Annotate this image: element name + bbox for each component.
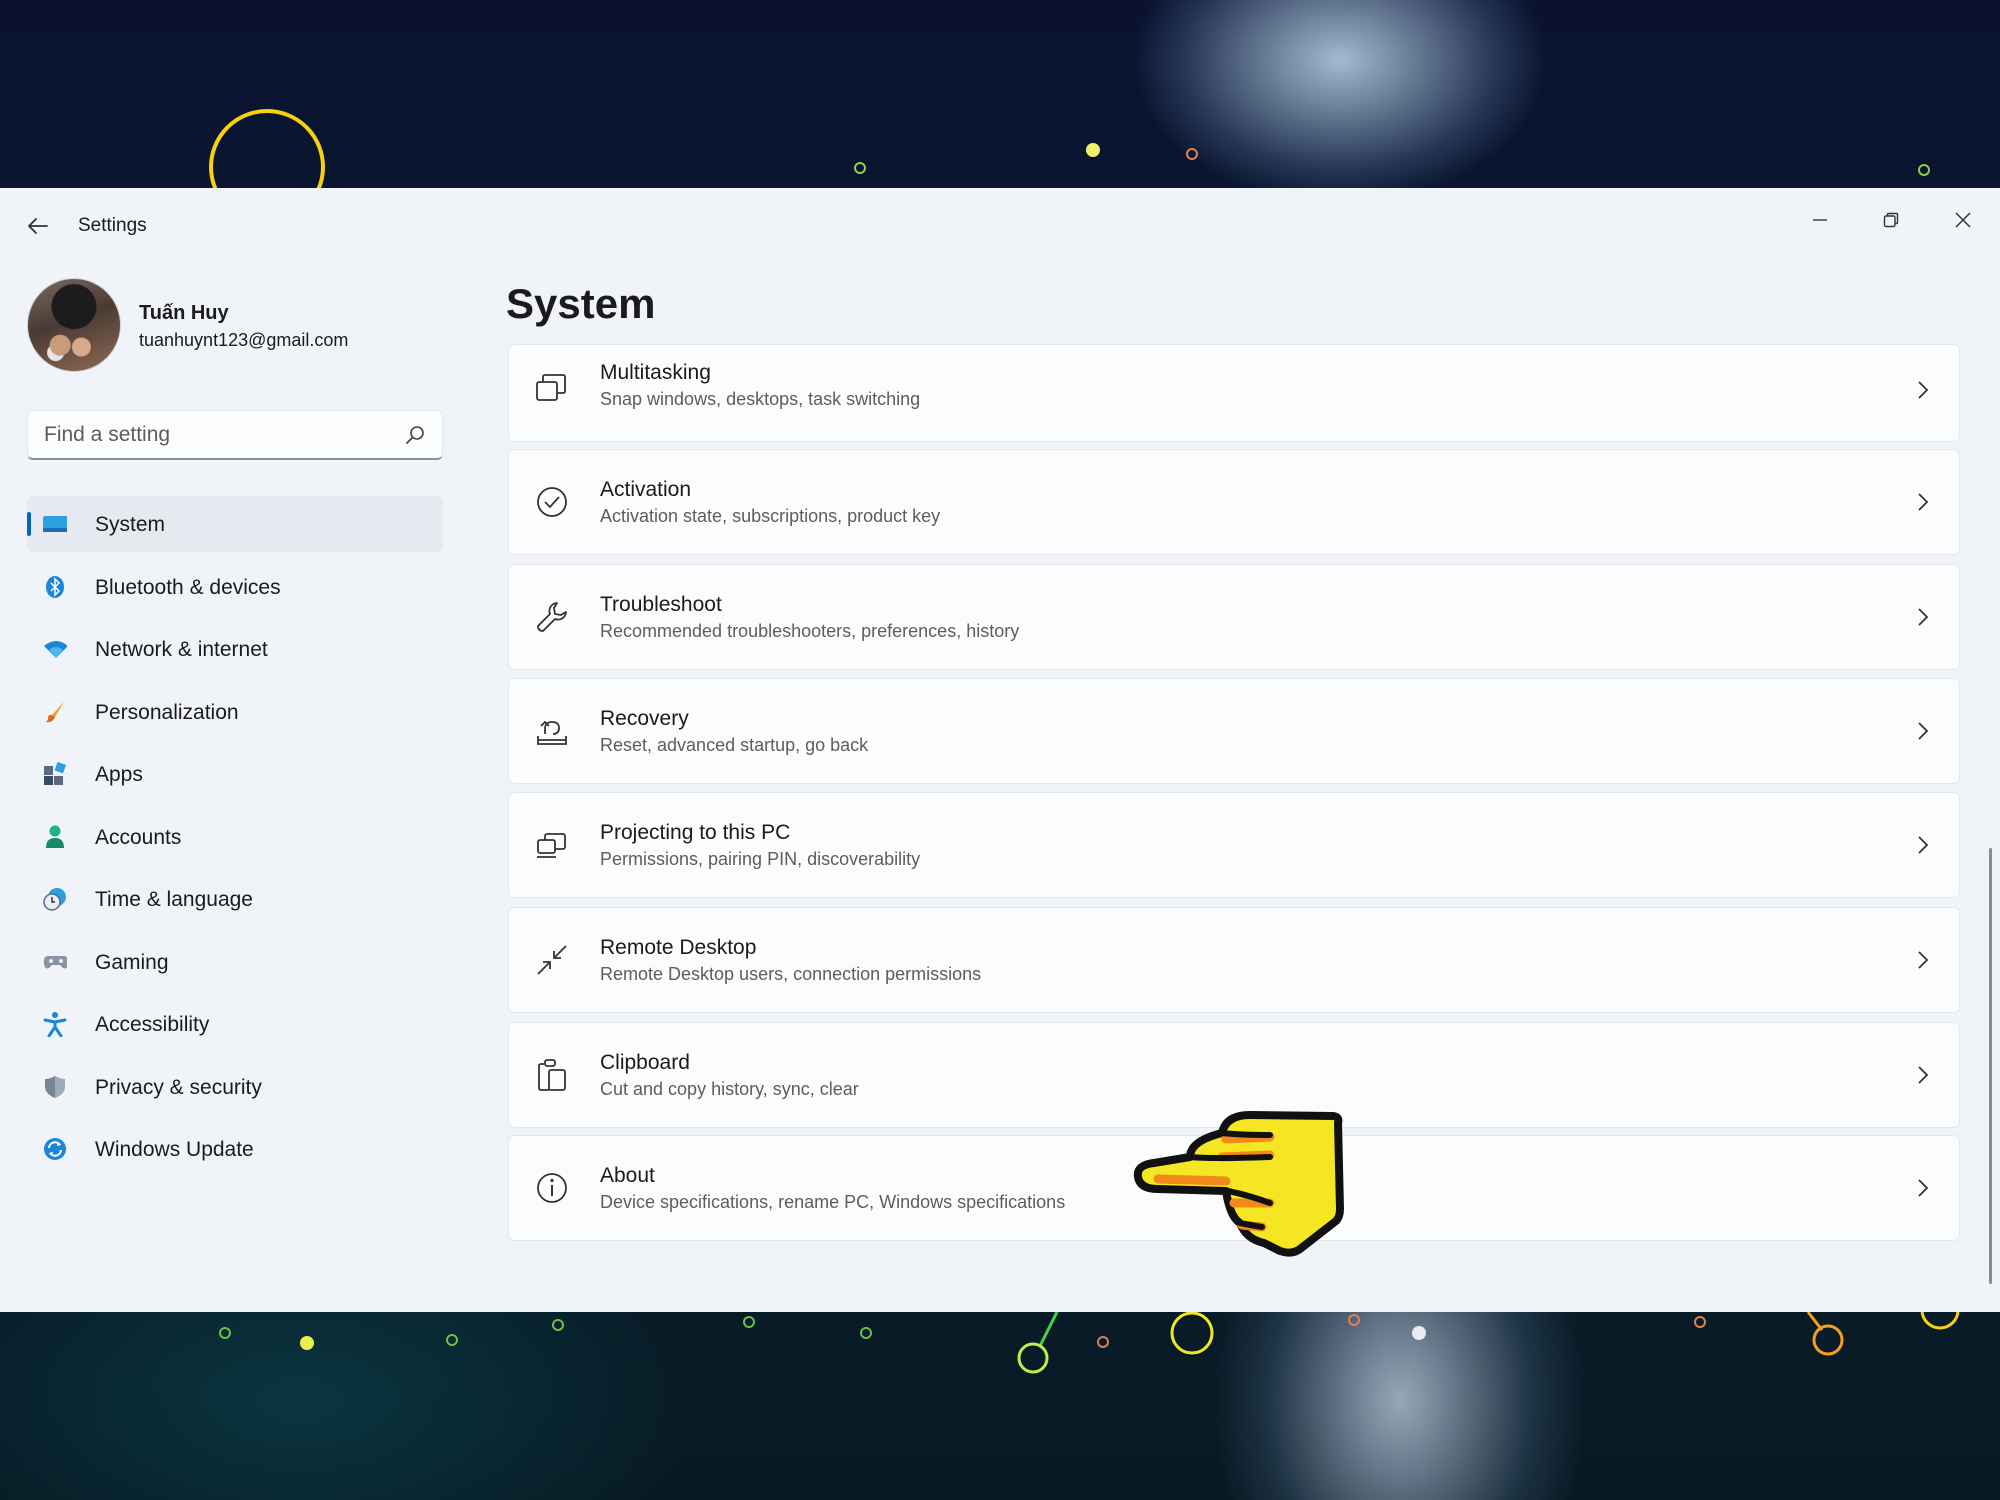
user-email: tuanhuynt123@gmail.com <box>139 330 349 350</box>
back-button[interactable] <box>20 212 56 240</box>
bluetooth-icon <box>43 575 67 599</box>
sidebar-item-label: Time & language <box>95 888 253 911</box>
check-circle-icon <box>537 487 567 517</box>
sidebar-item-apps[interactable]: Apps <box>27 746 443 802</box>
sidebar-item-label: Accounts <box>95 825 182 849</box>
sidebar-item-label: Gaming <box>95 950 169 974</box>
sidebar-nav: System Bluetooth & devices Network & int… <box>27 496 443 1184</box>
chevron-right-icon <box>1918 381 1929 399</box>
clock-globe-icon <box>43 887 67 911</box>
sidebar-item-system[interactable]: System <box>27 496 443 552</box>
chevron-right-icon <box>1918 1066 1929 1084</box>
wrench-icon <box>537 602 567 632</box>
projecting-icon <box>537 833 566 858</box>
selection-indicator <box>27 512 31 536</box>
setting-card-projecting[interactable]: Projecting to this PC Permissions, pairi… <box>508 792 1960 898</box>
setting-card-recovery[interactable]: Recovery Reset, advanced startup, go bac… <box>508 678 1960 784</box>
sidebar-item-label: Bluetooth & devices <box>95 575 281 599</box>
card-subtitle: Snap windows, desktops, task switching <box>600 389 921 409</box>
sidebar-item-label: Windows Update <box>95 1138 254 1161</box>
window-title: Settings <box>78 215 147 236</box>
minimize-icon <box>1813 219 1827 221</box>
card-title: About <box>600 1164 655 1187</box>
chevron-right-icon <box>1918 1179 1929 1197</box>
sidebar-item-network[interactable]: Network & internet <box>27 621 443 677</box>
card-subtitle: Permissions, pairing PIN, discoverabilit… <box>600 849 921 869</box>
card-subtitle: Recommended troubleshooters, preferences… <box>600 621 1020 641</box>
update-icon <box>43 1137 67 1161</box>
sidebar-item-label: Personalization <box>95 700 239 724</box>
sidebar-item-bluetooth[interactable]: Bluetooth & devices <box>27 559 443 615</box>
sidebar-item-windows-update[interactable]: Windows Update <box>27 1121 443 1177</box>
sidebar-item-privacy[interactable]: Privacy & security <box>27 1059 443 1115</box>
search-icon[interactable] <box>404 424 426 446</box>
card-title: Projecting to this PC <box>600 821 791 844</box>
card-subtitle: Cut and copy history, sync, clear <box>600 1079 859 1099</box>
close-button[interactable] <box>1933 198 1993 242</box>
clipboard-icon <box>538 1059 566 1091</box>
card-title: Recovery <box>600 707 689 730</box>
sidebar-item-label: Privacy & security <box>95 1075 262 1099</box>
person-icon <box>43 825 67 849</box>
restore-button[interactable] <box>1861 198 1921 242</box>
remote-desktop-icon <box>537 945 567 975</box>
search-input[interactable] <box>44 421 384 449</box>
recovery-icon <box>537 720 567 745</box>
sidebar-item-accounts[interactable]: Accounts <box>27 809 443 865</box>
shield-icon <box>43 1075 67 1099</box>
chevron-right-icon <box>1918 493 1929 511</box>
settings-window: Settings Tuấn Huy tuanhuynt123@gmail.com <box>0 188 2000 1312</box>
card-title: Troubleshoot <box>600 593 722 616</box>
system-icon <box>43 512 67 536</box>
chevron-right-icon <box>1918 836 1929 854</box>
title-bar: Settings <box>0 188 2000 262</box>
pointing-hand-icon <box>1133 1111 1344 1257</box>
accessibility-icon <box>43 1012 67 1037</box>
minimize-button[interactable] <box>1790 198 1850 242</box>
card-title: Multitasking <box>600 361 711 384</box>
gamepad-icon <box>43 950 67 974</box>
sidebar-item-label: Apps <box>95 763 143 786</box>
apps-icon <box>43 762 67 786</box>
card-title: Activation <box>600 478 692 501</box>
card-title: Clipboard <box>600 1051 690 1074</box>
arrow-left-icon <box>28 218 48 234</box>
avatar <box>27 278 121 372</box>
setting-card-multitasking[interactable]: Multitasking Snap windows, desktops, tas… <box>508 344 1960 442</box>
close-icon <box>1955 212 1971 228</box>
sidebar-item-gaming[interactable]: Gaming <box>27 934 443 990</box>
wifi-icon <box>43 637 67 661</box>
card-subtitle: Reset, advanced startup, go back <box>600 735 869 755</box>
brush-icon <box>43 700 67 724</box>
setting-card-troubleshoot[interactable]: Troubleshoot Recommended troubleshooters… <box>508 564 1960 670</box>
chevron-right-icon <box>1918 951 1929 969</box>
sidebar-item-label: System <box>95 513 166 536</box>
chevron-right-icon <box>1918 722 1929 740</box>
setting-card-remote-desktop[interactable]: Remote Desktop Remote Desktop users, con… <box>508 907 1960 1013</box>
card-subtitle: Device specifications, rename PC, Window… <box>600 1192 1066 1212</box>
restore-icon <box>1883 212 1899 228</box>
card-title: Remote Desktop <box>600 936 757 959</box>
sidebar-item-label: Network & internet <box>95 638 268 661</box>
user-name: Tuấn Huy <box>139 302 229 324</box>
setting-card-activation[interactable]: Activation Activation state, subscriptio… <box>508 449 1960 555</box>
page-title: System <box>506 280 656 327</box>
card-subtitle: Activation state, subscriptions, product… <box>600 506 941 526</box>
card-subtitle: Remote Desktop users, connection permiss… <box>600 964 982 984</box>
info-icon <box>537 1173 567 1203</box>
vertical-scrollbar[interactable] <box>1989 848 1992 1284</box>
sidebar-item-label: Accessibility <box>95 1013 210 1036</box>
chevron-right-icon <box>1918 608 1929 626</box>
search-box[interactable] <box>27 410 443 460</box>
sidebar-item-accessibility[interactable]: Accessibility <box>27 996 443 1052</box>
sidebar-item-time-language[interactable]: Time & language <box>27 871 443 927</box>
sidebar-item-personalization[interactable]: Personalization <box>27 684 443 740</box>
multitasking-icon <box>536 374 566 401</box>
